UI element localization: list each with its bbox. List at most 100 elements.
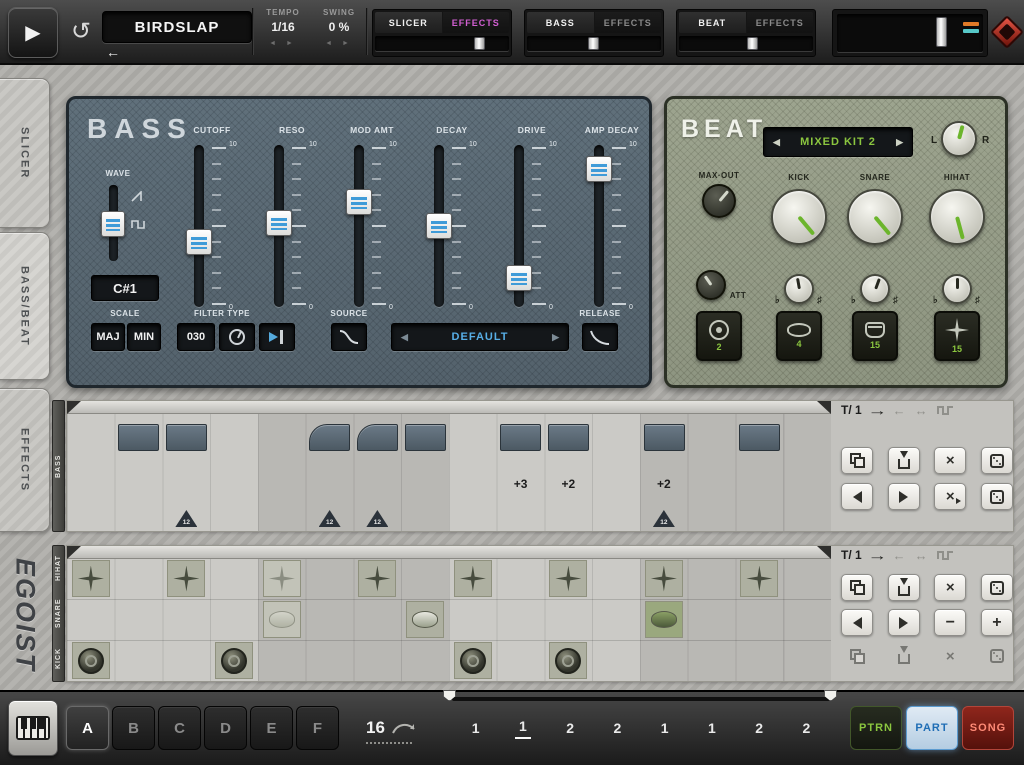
mod-amt-slider[interactable] [354, 145, 364, 307]
bass-note[interactable] [739, 424, 780, 451]
paste-button[interactable] [888, 574, 920, 601]
beat-row-snare[interactable] [67, 600, 831, 641]
part-mode-button[interactable]: PART [906, 706, 958, 750]
filter-value-display[interactable]: 030 [177, 323, 215, 351]
hihat-tune-knob[interactable] [942, 274, 972, 304]
randomize-button[interactable] [981, 574, 1013, 601]
wave-selector[interactable] [109, 185, 118, 261]
scale-maj-button[interactable]: MAJ [91, 323, 125, 351]
kit-prev-icon[interactable]: ◀ [773, 137, 780, 148]
envelope-button[interactable] [331, 323, 367, 351]
beat-cell-snare[interactable] [406, 601, 444, 638]
release-button[interactable] [582, 323, 618, 351]
loop-start-wedge-icon[interactable] [67, 401, 81, 414]
time-division-label[interactable]: T/ 1 [841, 403, 862, 417]
beat-seq-timeline[interactable] [67, 546, 831, 559]
add-step-button[interactable]: + [981, 609, 1013, 636]
hihat-level-knob[interactable] [929, 189, 985, 245]
play-direction-left-icon[interactable]: ← [893, 403, 906, 418]
shift-right-button[interactable] [888, 609, 920, 636]
slider-cap[interactable] [506, 265, 532, 291]
part-slot-1[interactable]: 1 [452, 706, 499, 750]
bass-volume-slider[interactable] [527, 36, 661, 51]
beat-cell-hihat[interactable] [454, 560, 492, 597]
paste-button[interactable] [888, 447, 920, 474]
slider-handle[interactable] [747, 37, 758, 50]
kick-level-knob[interactable] [771, 189, 827, 245]
slider-cap[interactable] [266, 210, 292, 236]
part-slot-4[interactable]: 2 [594, 706, 641, 750]
part-slot-7[interactable]: 2 [736, 706, 783, 750]
beat-row-kick[interactable] [67, 641, 831, 682]
pattern-button-b[interactable]: B [112, 706, 155, 750]
play-direction-pingpong-icon[interactable]: ↔ [915, 548, 928, 563]
beat-cell-kick[interactable] [454, 642, 492, 679]
slider-handle[interactable] [936, 17, 947, 47]
shift-left-button[interactable] [841, 609, 873, 636]
reso-slider[interactable] [274, 145, 284, 307]
slider-handle[interactable] [588, 37, 599, 50]
beat-pad-crash[interactable]: 15 [934, 311, 980, 361]
beat-cell-kick[interactable] [215, 642, 253, 679]
wave-cap[interactable] [101, 211, 125, 237]
kit-selector[interactable]: ◀ MIXED KIT 2 ▶ [763, 127, 913, 157]
cutoff-slider[interactable] [194, 145, 204, 307]
time-division-label[interactable]: T/ 1 [841, 548, 862, 562]
tab-bass-effects[interactable]: EFFECTS [595, 12, 662, 33]
beat-cell-hihat[interactable] [549, 560, 587, 597]
scale-min-button[interactable]: MIN [127, 323, 161, 351]
step-marker[interactable]: 12 [319, 510, 341, 527]
pattern-button-d[interactable]: D [204, 706, 247, 750]
step-marker[interactable]: 12 [175, 510, 197, 527]
bass-seq-timeline[interactable] [67, 401, 831, 414]
beat-cell-hihat[interactable] [740, 560, 778, 597]
loop-end-wedge-icon[interactable] [817, 401, 831, 414]
snare-tune-knob[interactable] [860, 274, 890, 304]
loop-icon[interactable]: ↺ [64, 14, 98, 48]
bass-note[interactable] [357, 424, 398, 451]
clear-shift-button[interactable]: × [934, 483, 966, 510]
bass-note[interactable] [644, 424, 685, 451]
beat-pad-tom[interactable]: 15 [852, 311, 898, 361]
beat-pad-kick[interactable]: 2 [696, 311, 742, 361]
bass-note[interactable] [548, 424, 589, 451]
beat-cell-kick[interactable] [549, 642, 587, 679]
slider-cap[interactable] [586, 156, 612, 182]
ptrn-mode-button[interactable]: PTRN [850, 706, 902, 750]
song-mode-button[interactable]: SONG [962, 706, 1014, 750]
filter-route-button[interactable] [259, 323, 295, 351]
shift-right-button[interactable] [888, 483, 920, 510]
beat-row-hihat[interactable] [67, 559, 831, 600]
part-slot-2[interactable]: 1 [499, 706, 546, 750]
part-slot-5[interactable]: 1 [641, 706, 688, 750]
root-key-display[interactable]: C#1 [91, 275, 159, 301]
copy-button[interactable] [841, 574, 873, 601]
beat-pad-snare[interactable]: 4 [776, 311, 822, 361]
pan-knob[interactable] [941, 121, 977, 157]
step-marker[interactable]: 12 [366, 510, 388, 527]
kit-next-icon[interactable]: ▶ [896, 137, 903, 148]
tempo-nudge-icons[interactable]: ◄ ► [256, 40, 310, 47]
bass-seq-grid[interactable]: +3+2+212121212 [67, 414, 831, 531]
slider-cap[interactable] [186, 229, 212, 255]
preset-back-icon[interactable]: ← [106, 44, 120, 60]
copy-button[interactable] [841, 447, 873, 474]
beat-cell-hihat[interactable] [263, 560, 301, 597]
bass-note[interactable] [118, 424, 159, 451]
bass-note[interactable] [309, 424, 350, 451]
tab-beat-effects[interactable]: EFFECTS [747, 12, 814, 33]
drive-slider[interactable] [514, 145, 524, 307]
tab-slicer-effects[interactable]: EFFECTS [443, 12, 510, 33]
randomize-button[interactable] [981, 447, 1013, 474]
beat-cell-hihat[interactable] [72, 560, 110, 597]
keyboard-button[interactable] [8, 700, 58, 756]
pattern-button-f[interactable]: F [296, 706, 339, 750]
part-slot-8[interactable]: 2 [783, 706, 830, 750]
clear-button[interactable]: × [934, 574, 966, 601]
dropdown-left-icon[interactable]: ◀ [401, 332, 408, 343]
source-dropdown[interactable]: ◀ DEFAULT ▶ [391, 323, 569, 351]
tempo-value[interactable]: 1/16 [256, 20, 310, 34]
tab-bass[interactable]: BASS [527, 12, 594, 33]
step-wave-icon[interactable] [937, 549, 955, 561]
beat-cell-hihat[interactable] [358, 560, 396, 597]
